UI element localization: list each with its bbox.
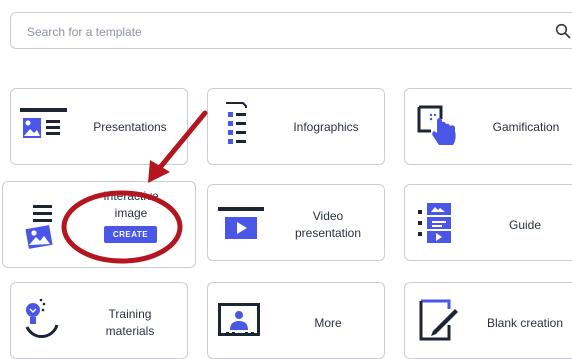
search-bar[interactable] [10, 12, 572, 50]
template-label-line1: Training [108, 307, 152, 321]
template-label: Guide [508, 218, 542, 232]
template-card-more[interactable]: More [207, 282, 385, 359]
interactive-image-icon [25, 205, 53, 249]
infographic-icon [226, 102, 247, 144]
guide-icon [418, 203, 451, 243]
template-label: Infographics [293, 120, 359, 134]
template-card-gamification[interactable]: Gamification [404, 88, 572, 165]
template-label-line1: Video [312, 209, 344, 223]
template-label-line2: image [114, 206, 148, 220]
template-card-blank-creation[interactable]: Blank creation [404, 282, 572, 359]
template-card-training-materials[interactable]: Training materials [10, 282, 188, 359]
more-icon [218, 303, 260, 336]
template-label: More [314, 316, 342, 330]
template-label: Gamification [492, 120, 560, 134]
create-button[interactable]: CREATE [104, 226, 157, 243]
template-card-presentations[interactable]: Presentations [10, 88, 188, 165]
template-label-line2: presentation [294, 226, 362, 240]
template-label-line2: materials [105, 324, 155, 338]
template-label-line1: Interactive [103, 189, 159, 203]
blank-creation-icon [419, 299, 458, 341]
template-card-interactive-image[interactable]: Interactive image CREATE [2, 181, 196, 268]
template-card-video-presentation[interactable]: Video presentation [207, 184, 385, 261]
search-icon[interactable] [555, 23, 571, 39]
template-label: Presentations [93, 120, 167, 134]
presentation-icon [20, 108, 67, 138]
gamification-icon [417, 105, 456, 145]
template-card-infographics[interactable]: Infographics [207, 88, 385, 165]
search-input[interactable] [25, 13, 529, 50]
video-presentation-icon [218, 207, 264, 239]
training-materials-icon [25, 298, 59, 338]
template-label: Blank creation [486, 316, 564, 330]
template-card-guide[interactable]: Guide [404, 184, 572, 261]
